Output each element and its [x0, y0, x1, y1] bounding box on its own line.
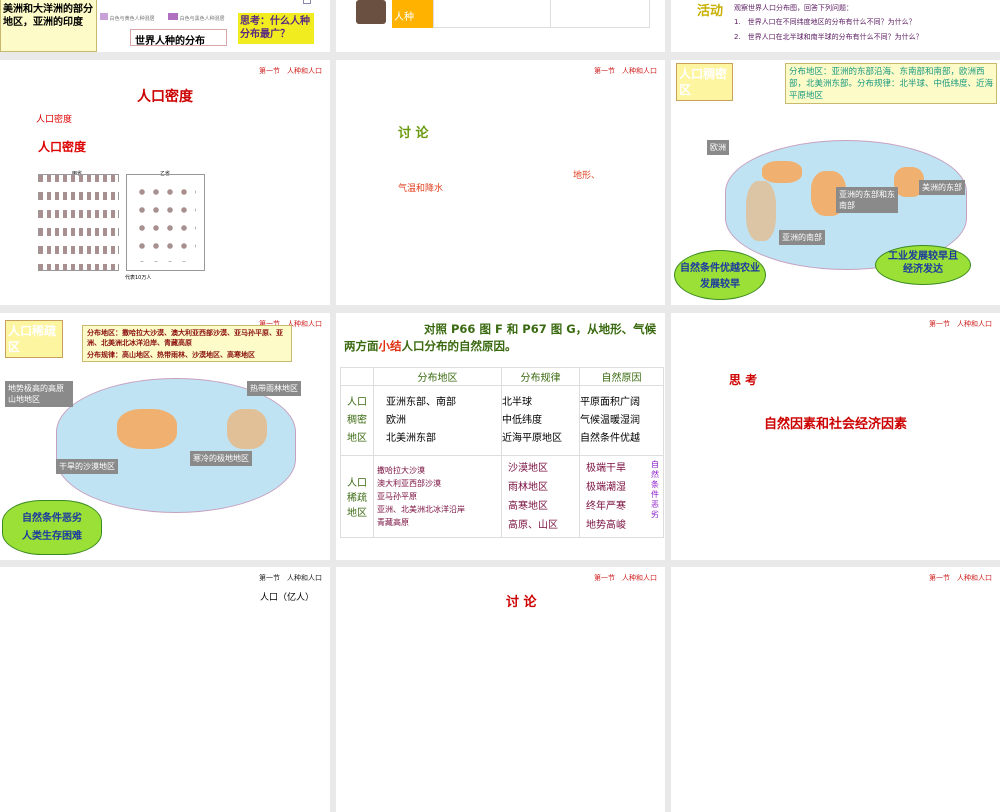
label-polar: 寒冷的极地地区 — [190, 451, 252, 466]
slide-thumbnail-race-distribution[interactable]: 撒哈拉以南的非洲、美洲和大洋洲的部分地区，亚洲的印度 白色与黄色人种混居 白色与… — [0, 0, 330, 52]
world-map — [56, 378, 296, 513]
callout-industry: 工业发展较早且经济发达 — [875, 245, 971, 285]
portrait-image — [356, 0, 386, 24]
info-rules: 分布规律：高山地区、热带雨林、沙漠地区、高寒地区 — [87, 351, 255, 359]
section-header: 第一节 人种和人口 — [929, 320, 992, 328]
race-label: 人种 — [392, 0, 433, 28]
slide-thumbnail-think[interactable]: 第一节 人种和人口 思 考 自然因素和社会经济因素 — [671, 313, 1000, 560]
label-south-asia: 亚洲的南部 — [779, 230, 825, 245]
label-plateau: 地势极高的高原山地地区 — [5, 381, 73, 407]
table-cells — [433, 0, 650, 28]
info-areas: 分布地区：撒哈拉大沙漠、澳大利亚西部沙漠、亚马孙平原、亚洲、北美洲北冰洋沿岸、青… — [87, 329, 283, 347]
section-header: 第一节 人种和人口 — [929, 574, 992, 582]
label-desert: 干旱的沙漠地区 — [56, 459, 118, 474]
text-climate: 气温和降水 — [398, 184, 444, 194]
activity-intro: 观察世界人口分布图，回答下列问题： — [734, 4, 853, 12]
tag-dense: 人口稠密区 — [676, 63, 733, 101]
think-box: 思考：什么人种分布最广？ — [238, 13, 314, 44]
note-text: 撒哈拉以南的非洲、美洲和大洋洲的部分地区，亚洲的印度 — [3, 0, 93, 28]
cloud-text-2: 人类生存困难 — [22, 531, 82, 542]
think-body: 自然因素和社会经济因素 — [763, 417, 907, 432]
section-header: 第一节 人种和人口 — [259, 574, 322, 582]
question-2: 2. 世界人口在北半球和南半球的分布有什么不同？为什么？ — [734, 33, 923, 41]
slide-title: 人口密度 — [137, 89, 193, 105]
slide-title: 讨 论 — [506, 595, 537, 610]
section-header: 第一节 人种和人口 — [594, 574, 657, 582]
slide-thumbnail-blank[interactable]: 第一节 人种和人口 — [671, 567, 1000, 812]
map-caption: 世界人种的分布 — [130, 29, 227, 47]
slide-thumbnail-dense-areas[interactable]: 人口稠密区 分布地区：亚洲的东部沿海、东南部和南部，欧洲西部，北美洲东部。分布规… — [671, 60, 1000, 305]
info-box: 分布地区：撒哈拉大沙漠、澳大利亚西部沙漠、亚马孙平原、亚洲、北美洲北冰洋沿岸、青… — [82, 325, 292, 362]
slide-thumbnail-summary-table[interactable]: 对照 P66 图 F 和 P67 图 G，从地形、气候两方面小结人口分布的自然原… — [336, 313, 665, 560]
cloud-callout: 自然条件恶劣 人类生存困难 — [2, 500, 102, 555]
label-east-asia: 亚洲的东部和东南部 — [836, 187, 898, 213]
activity-label: 活动 — [697, 4, 724, 19]
slide-title: 对照 P66 图 F 和 P67 图 G，从地形、气候两方面小结人口分布的自然原… — [344, 322, 657, 353]
subtitle-large: 人口密度 — [38, 140, 87, 154]
slide-title: 讨 论 — [398, 126, 429, 141]
slide-thumbnail-activity[interactable]: 活动 观察世界人口分布图，回答下列问题： 1. 世界人口在不同纬度地区的分布有什… — [671, 0, 1000, 52]
label-america-east: 美洲的东部 — [919, 180, 965, 195]
slide-thumbnail-races[interactable]: 人种 — [336, 0, 665, 52]
slide-thumbnail-sparse-areas[interactable]: 第一节 人种和人口 人口稀疏区 分布地区：撒哈拉大沙漠、澳大利亚西部沙漠、亚马孙… — [0, 313, 330, 560]
province-a-figure — [38, 174, 119, 271]
slide-thumbnail-population-chart[interactable]: 第一节 人种和人口 人口（亿人） — [0, 567, 330, 812]
cloud-text-1: 自然条件恶劣 — [22, 513, 82, 524]
question-1: 1. 世界人口在不同纬度地区的分布有什么不同？为什么？ — [734, 18, 916, 26]
slide-thumbnail-discussion[interactable]: 第一节 人种和人口 讨 论 地形、 气温和降水 — [336, 60, 665, 305]
label-rainforest: 热带雨林地区 — [247, 381, 301, 396]
province-b-figure — [126, 174, 205, 271]
info-box: 分布地区：亚洲的东部沿海、东南部和南部，欧洲西部，北美洲东部。分布规律：北半球、… — [785, 63, 997, 104]
legend-2: 白色与黑色人种混居 — [168, 13, 225, 22]
note-box: 撒哈拉以南的非洲、美洲和大洋洲的部分地区，亚洲的印度 — [0, 0, 97, 52]
subtitle-small: 人口密度 — [36, 115, 73, 125]
callout-agriculture: 自然条件优越农业发展较早 — [674, 250, 766, 300]
label-europe: 欧洲 — [707, 140, 729, 155]
slide-thumbnail-discussion-2[interactable]: 第一节 人种和人口 讨 论 — [336, 567, 665, 812]
legend-1: 白色与黄色人种混居 — [100, 13, 155, 22]
slide-title: 思 考 — [729, 373, 758, 387]
section-header: 第一节 人种和人口 — [259, 67, 322, 75]
axis-label: 人口（亿人） — [260, 593, 315, 603]
marker — [303, 0, 311, 4]
tag-sparse: 人口稀疏区 — [5, 320, 63, 358]
slide-thumbnail-density[interactable]: 第一节 人种和人口 人口密度 人口密度 人口密度 甲省 乙省 代表10万人 — [0, 60, 330, 305]
summary-table: 分布地区 分布规律 自然原因 人口稠密地区 亚洲东部、南部 欧洲 北美洲东部 北半球 中低… — [340, 367, 664, 538]
text-terrain: 地形、 — [573, 171, 601, 181]
section-header: 第一节 人种和人口 — [594, 67, 657, 75]
density-legend: 代表10万人 — [125, 275, 152, 281]
